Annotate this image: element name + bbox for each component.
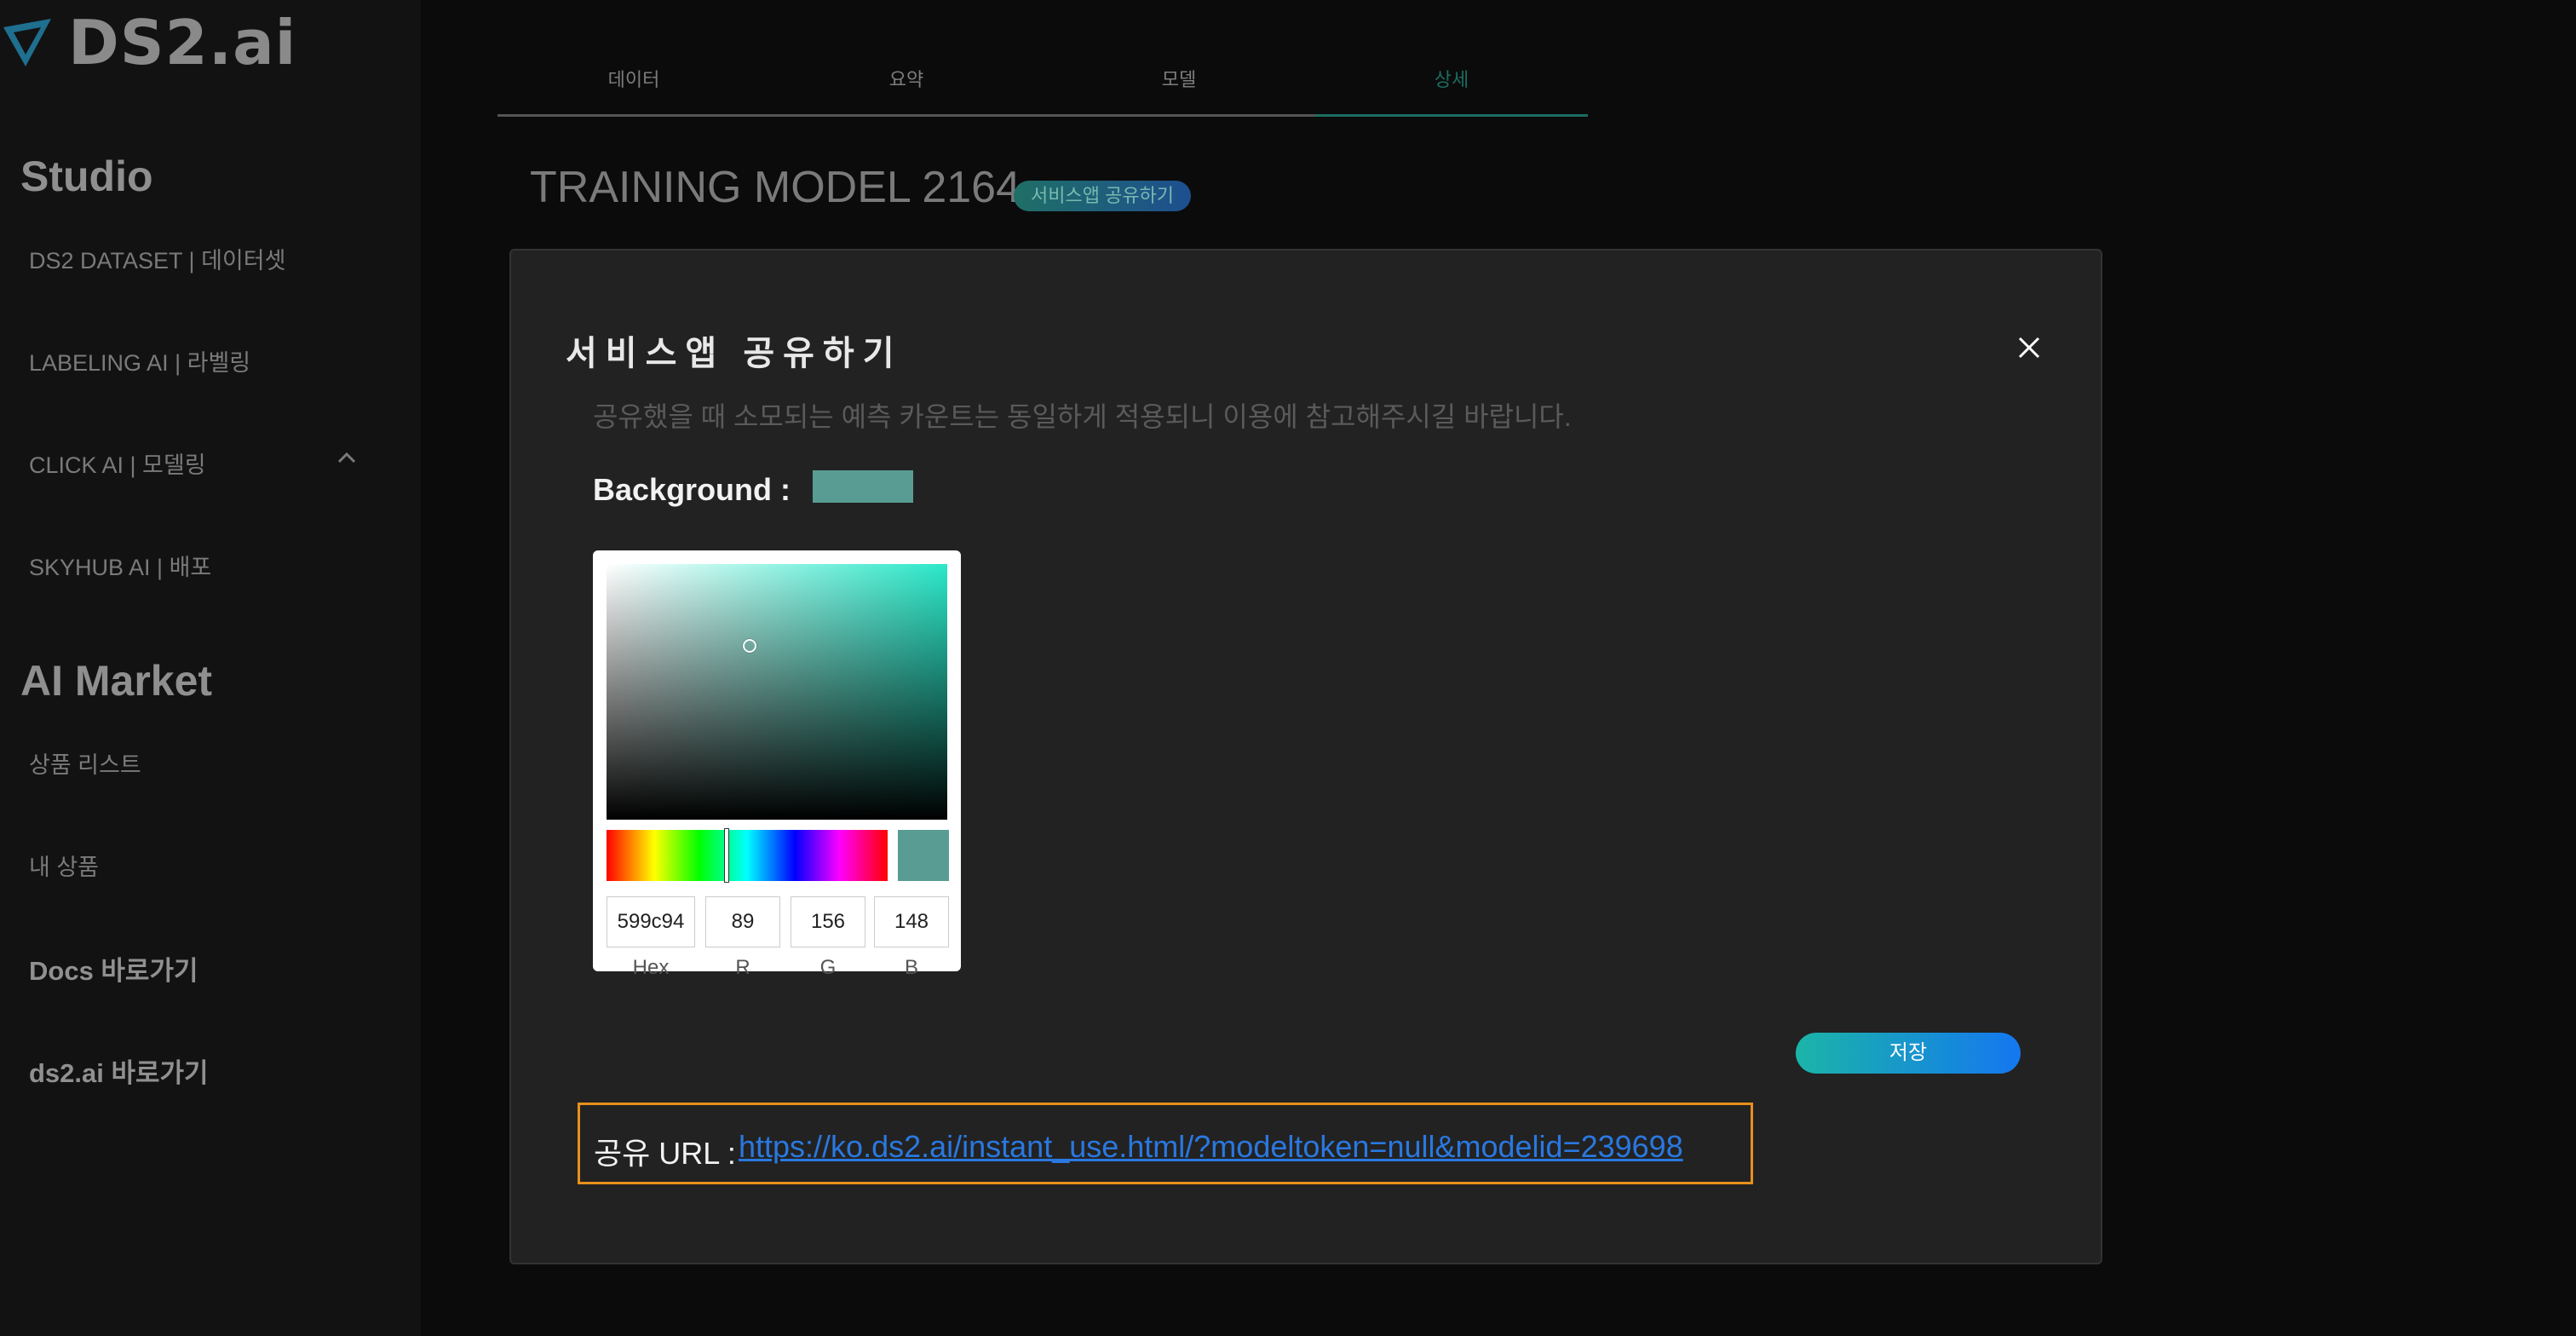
- hue-slider-handle[interactable]: [724, 828, 729, 883]
- saturation-area[interactable]: [607, 564, 947, 820]
- hex-input[interactable]: 599c94: [607, 896, 695, 947]
- sidebar-item-product-list[interactable]: 상품 리스트: [29, 746, 141, 780]
- sidebar-item-dataset[interactable]: DS2 DATASET | 데이터셋: [29, 242, 285, 275]
- share-url-box: 공유 URL : https://ko.ds2.ai/instant_use.h…: [578, 1103, 1753, 1184]
- logo-mark-icon: [3, 19, 51, 66]
- detail-tabs: 데이터 요약 모델 상세: [497, 51, 1588, 117]
- market-section-title: AI Market: [20, 657, 213, 705]
- g-input[interactable]: 156: [791, 896, 865, 947]
- background-color-swatch[interactable]: [813, 470, 913, 503]
- share-app-modal: 서비스앱 공유하기 공유했을 때 소모되는 예측 카운트는 동일하게 적용되니 …: [509, 249, 2102, 1264]
- sidebar: DS2.ai Studio DS2 DATASET | 데이터셋 LABELIN…: [0, 0, 421, 1336]
- g-label: G: [819, 956, 837, 979]
- b-input[interactable]: 148: [874, 896, 949, 947]
- modal-description: 공유했을 때 소모되는 예측 카운트는 동일하게 적용되니 이용에 참고해주시길…: [593, 401, 1572, 432]
- save-button[interactable]: 저장: [1796, 1033, 2021, 1074]
- b-label: B: [904, 956, 918, 979]
- share-url-link[interactable]: https://ko.ds2.ai/instant_use.html/?mode…: [739, 1129, 1683, 1165]
- hex-label: Hex: [632, 956, 670, 979]
- sidebar-item-skyhub[interactable]: SKYHUB AI | 배포: [29, 549, 211, 582]
- tab-data[interactable]: 데이터: [497, 65, 770, 92]
- sidebar-item-clickai[interactable]: CLICK AI | 모델링: [29, 446, 206, 480]
- r-label: R: [735, 956, 750, 979]
- tab-summary[interactable]: 요약: [770, 65, 1043, 92]
- tab-active-indicator: [1315, 114, 1588, 117]
- sidebar-item-my-products[interactable]: 내 상품: [29, 849, 99, 882]
- logo[interactable]: DS2.ai: [0, 7, 296, 78]
- page-title: TRAINING MODEL 2164: [530, 163, 1021, 212]
- saturation-handle[interactable]: [743, 639, 756, 653]
- background-label: Background :: [593, 472, 791, 507]
- sidebar-link-docs[interactable]: Docs 바로가기: [29, 949, 198, 988]
- tab-model[interactable]: 모델: [1043, 65, 1315, 92]
- share-app-button[interactable]: 서비스앱 공유하기: [1014, 181, 1192, 211]
- studio-section-title: Studio: [20, 153, 153, 200]
- tab-detail[interactable]: 상세: [1315, 65, 1588, 92]
- share-url-label: 공유 URL :: [594, 1136, 736, 1171]
- color-picker: 599c94 89 156 148 Hex R G B: [593, 550, 961, 979]
- modal-title: 서비스앱 공유하기: [566, 335, 903, 372]
- color-preview: [898, 830, 949, 881]
- r-input[interactable]: 89: [705, 896, 780, 947]
- chevron-up-icon[interactable]: [337, 448, 356, 467]
- logo-text: DS2.ai: [68, 7, 297, 78]
- hue-slider[interactable]: [607, 830, 888, 881]
- sidebar-link-ds2ai[interactable]: ds2.ai 바로가기: [29, 1051, 209, 1090]
- sidebar-item-labeling[interactable]: LABELING AI | 라벨링: [29, 344, 250, 377]
- close-icon[interactable]: [2015, 334, 2043, 361]
